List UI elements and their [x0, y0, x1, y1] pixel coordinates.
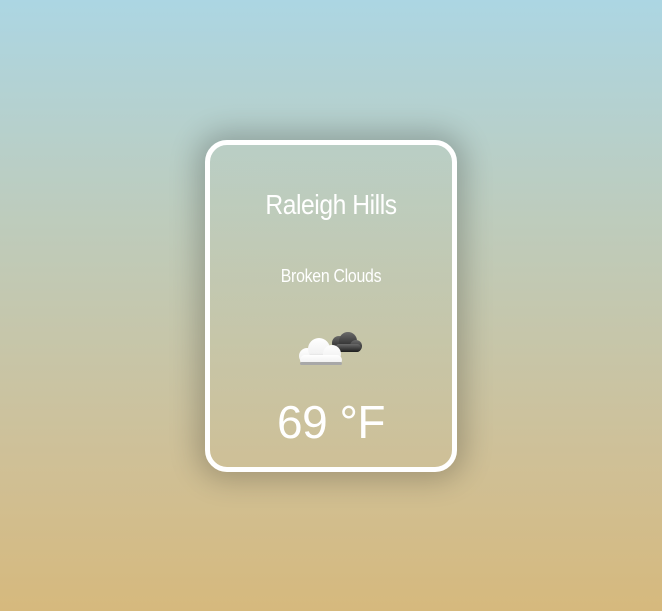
broken-clouds-icon — [295, 329, 367, 369]
temperature: 69 °F — [277, 396, 385, 448]
weather-description: Broken Clouds — [280, 266, 382, 286]
city-name: Raleigh Hills — [265, 189, 397, 220]
weather-card: Raleigh Hills Broken Clouds 69 °F — [205, 140, 457, 472]
